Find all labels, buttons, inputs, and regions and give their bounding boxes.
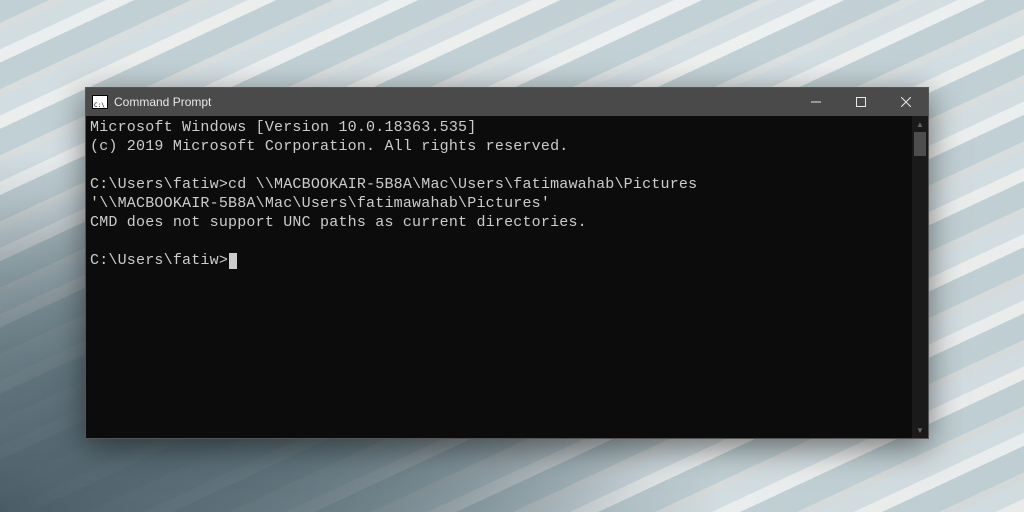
scroll-down-arrow-icon[interactable]: ▼: [912, 422, 928, 438]
text-cursor: [229, 253, 237, 269]
minimize-button[interactable]: [793, 88, 838, 116]
terminal-line: CMD does not support UNC paths as curren…: [90, 214, 587, 231]
terminal-line: C:\Users\fatiw>cd \\MACBOOKAIR-5B8A\Mac\…: [90, 176, 697, 193]
maximize-icon: [856, 97, 866, 107]
close-icon: [901, 97, 911, 107]
vertical-scrollbar[interactable]: ▲ ▼: [912, 116, 928, 438]
terminal-output[interactable]: Microsoft Windows [Version 10.0.18363.53…: [86, 116, 912, 438]
terminal-line: '\\MACBOOKAIR-5B8A\Mac\Users\fatimawahab…: [90, 195, 550, 212]
scroll-thumb[interactable]: [914, 132, 926, 156]
minimize-icon: [811, 97, 821, 107]
window-title: Command Prompt: [114, 95, 793, 109]
window-content: Microsoft Windows [Version 10.0.18363.53…: [86, 116, 928, 438]
scroll-up-arrow-icon[interactable]: ▲: [912, 116, 928, 132]
terminal-prompt: C:\Users\fatiw>: [90, 252, 228, 269]
titlebar[interactable]: Command Prompt: [86, 88, 928, 116]
window-controls: [793, 88, 928, 116]
command-prompt-window: Command Prompt Microsoft Windows [Versio…: [85, 87, 929, 439]
scroll-track[interactable]: [912, 132, 928, 422]
close-button[interactable]: [883, 88, 928, 116]
terminal-line: (c) 2019 Microsoft Corporation. All righ…: [90, 138, 568, 155]
terminal-line: Microsoft Windows [Version 10.0.18363.53…: [90, 119, 476, 136]
maximize-button[interactable]: [838, 88, 883, 116]
cmd-icon: [92, 95, 108, 109]
